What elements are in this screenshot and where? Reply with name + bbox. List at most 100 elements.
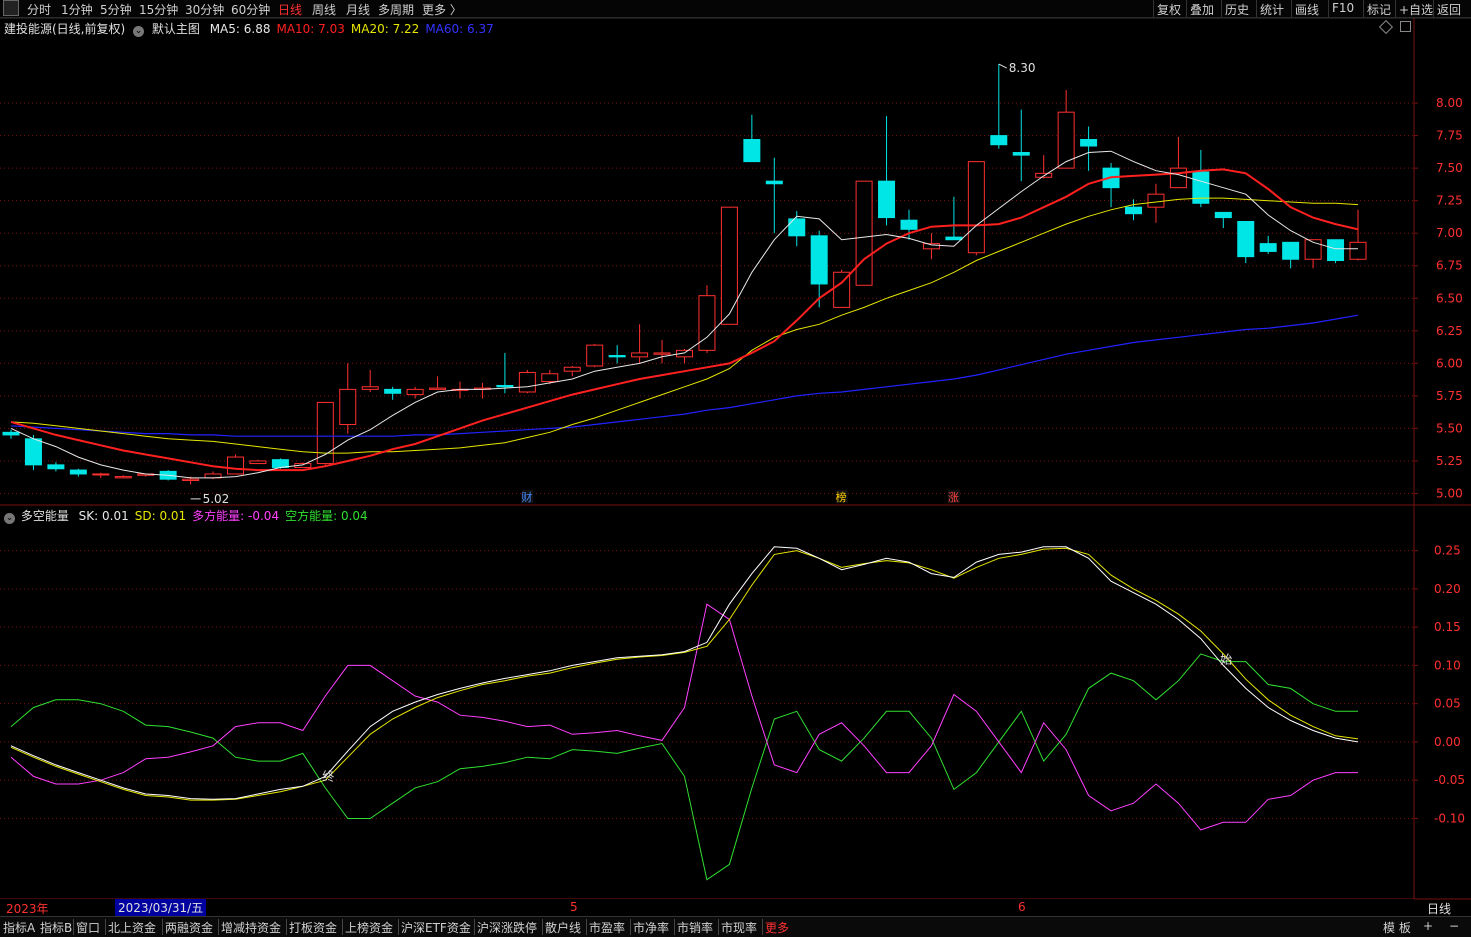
bottom-separator [162,919,163,935]
indicator-tick-label: -0.05 [1434,773,1465,787]
candle-body [1125,206,1142,215]
candle-body [810,235,828,285]
candle-body [1237,220,1255,258]
bottom-tab-13[interactable]: 市销率 [677,919,713,936]
price-tick-label: 6.25 [1436,324,1463,338]
candle-body [743,139,761,163]
bear-energy-line [10,653,1358,881]
indicator-tick-label: 0.20 [1434,582,1461,596]
candle-body [429,387,447,390]
month-tick-5: 5 [570,900,578,914]
bottom-separator [286,919,287,935]
candle-body [608,355,626,358]
candle-body [1080,139,1098,147]
bottom-tab-2[interactable]: 窗口 [76,919,100,936]
period-label[interactable]: 日线 [1427,900,1451,917]
price-tick-label: 7.50 [1436,161,1463,175]
chart-canvas[interactable]: 8.00 7.75 7.50 7.25 7.00 6.75 6.50 6.25 6.00 5.75… [0,0,1471,936]
high-arrow [998,63,1008,69]
price-tick-label: 6.75 [1436,259,1463,273]
event-marker: 涨 [948,491,959,504]
candle-body [541,373,559,383]
indicator-tick-label: 0.05 [1434,697,1461,711]
cursor-date: 2023/03/31/五 [115,899,207,916]
candle-body [653,352,671,355]
bottom-tab-15[interactable]: 更多 [765,919,789,936]
bottom-tab-12[interactable]: 市净率 [633,919,669,936]
event-marker: 财 [521,490,532,504]
candle-body [698,295,716,351]
bottom-tab-9[interactable]: 沪深涨跌停 [477,919,537,936]
bottom-right-button-0[interactable]: 模 板 [1383,919,1411,936]
bottom-separator [73,919,74,935]
event-marker: 榜 [836,490,847,504]
candle-body [182,478,200,481]
candle-body [631,352,649,358]
candle-body [339,388,357,426]
candle-body [1012,152,1030,156]
bottom-tab-8[interactable]: 沪深ETF资金 [401,919,471,936]
candle-body [878,180,896,219]
bottom-separator [542,919,543,935]
bottom-right-button-2[interactable]: − [1449,919,1459,933]
candle-body [967,161,985,254]
candle-body [24,438,42,466]
candle-body [765,180,783,185]
price-tick-label: 5.25 [1436,454,1463,468]
bottom-tab-1[interactable]: 指标B [40,919,72,936]
bottom-separator [218,919,219,935]
low-price-label: 5.02 [203,492,230,506]
price-tick-label: 8.00 [1436,96,1463,110]
ma20-line [10,197,1359,454]
annotation-end: 终 [322,768,334,783]
bottom-tab-7[interactable]: 上榜资金 [345,919,393,936]
bottom-tab-4[interactable]: 两融资金 [165,919,213,936]
candle-body [720,206,738,325]
candle-body [945,236,963,241]
annotation-start: 始 [1220,652,1232,666]
price-tick-label: 5.75 [1436,389,1463,403]
candle-body [227,456,244,475]
candle-body [92,473,110,476]
candle-body [586,344,604,367]
candle-body [496,384,514,388]
candle-body [249,460,267,465]
bottom-tab-3[interactable]: 北上资金 [108,919,156,936]
bottom-tab-10[interactable]: 散户线 [545,919,581,936]
candle-body [1259,243,1277,252]
bottom-separator [586,919,587,935]
candle-body [518,371,536,393]
candle-body [271,459,289,468]
candle-body [1327,239,1345,262]
bottom-separator [474,919,475,935]
price-tick-label: 7.75 [1436,129,1463,143]
candle-body [384,388,402,394]
indicator-tick-label: 0.00 [1434,735,1461,749]
candle-body [1169,167,1187,189]
bottom-tab-11[interactable]: 市盈率 [589,919,625,936]
bottom-tab-6[interactable]: 打板资金 [289,919,337,936]
candle-body [1147,193,1165,208]
bottom-tab-14[interactable]: 市现率 [721,919,757,936]
candle-body [563,366,581,372]
ma60-line [10,314,1359,437]
candle-body [406,388,424,396]
candle-body [990,135,1008,146]
price-tick-label: 6.00 [1436,356,1463,370]
bottom-tab-5[interactable]: 增减持资金 [221,919,281,936]
indicator-tick-label: -0.10 [1434,811,1465,825]
price-tick-label: 5.50 [1436,421,1463,435]
month-tick-6: 6 [1018,900,1026,914]
bottom-separator [105,919,106,935]
price-tick-label: 6.50 [1436,291,1463,305]
price-tick-label: 7.25 [1436,194,1463,208]
sk-line [10,546,1359,800]
candle-body [1349,241,1367,260]
candle-body [788,218,806,237]
date-axis: 2023年 2023/03/31/五 5 6 [0,899,1414,916]
indicator-tick-label: 0.15 [1434,620,1461,634]
bottom-tab-0[interactable]: 指标A [3,919,35,936]
year-label: 2023年 [6,902,49,916]
bottom-right-button-1[interactable]: + [1423,919,1433,933]
indicator-tick-label: 0.10 [1434,658,1461,672]
